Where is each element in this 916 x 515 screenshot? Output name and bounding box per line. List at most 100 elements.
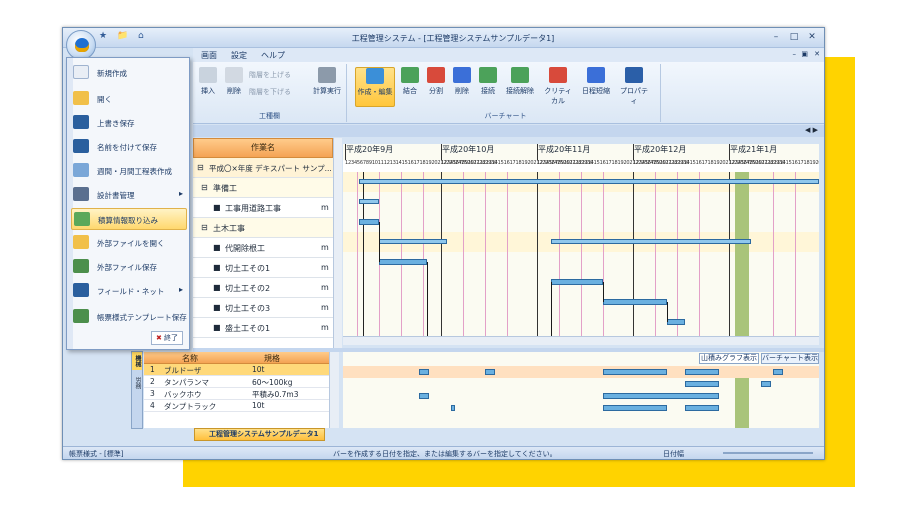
menu-help[interactable]: ヘルプ xyxy=(261,50,285,61)
menu-settings[interactable]: 設定 xyxy=(231,50,247,61)
resource-bar[interactable] xyxy=(761,381,771,387)
menu-item-save-as[interactable]: 名前を付けて保存 xyxy=(71,136,187,158)
connect-button[interactable]: 接続 xyxy=(477,67,499,107)
resource-scrollbar[interactable] xyxy=(329,352,339,428)
menu-item-import-estimate[interactable]: 積算情報取り込み xyxy=(71,208,187,230)
tab-machine[interactable]: 機械 xyxy=(132,352,142,370)
gantt-bar[interactable] xyxy=(379,259,427,265)
gantt-bar[interactable] xyxy=(667,319,685,325)
table-row[interactable]: ■ 切土工その1 m xyxy=(193,258,333,278)
create-bar-icon xyxy=(366,68,384,84)
critical-button[interactable]: クリティカル xyxy=(541,67,575,107)
schedule-shorten-button[interactable]: 日程短縮 xyxy=(579,67,613,107)
table-row[interactable]: ■ 切土工その2 m xyxy=(193,278,333,298)
resource-bar[interactable] xyxy=(485,369,495,375)
ribbon-minimize-icon[interactable]: – xyxy=(793,50,797,58)
gantt-bar[interactable] xyxy=(551,239,751,244)
resource-bar[interactable] xyxy=(685,369,719,375)
collapse-icon[interactable]: ⊟ xyxy=(197,163,204,172)
delete-row-button[interactable]: 削除 xyxy=(223,67,245,107)
resource-bar[interactable] xyxy=(419,393,429,399)
gantt-bar[interactable] xyxy=(359,199,379,204)
home-icon[interactable]: ⌂ xyxy=(138,31,144,41)
gantt-bar[interactable] xyxy=(359,179,819,184)
critical-icon xyxy=(549,67,567,83)
raise-level-button[interactable]: 階層を上げる xyxy=(249,70,291,80)
folder-icon[interactable]: 📁 xyxy=(117,31,128,41)
menu-item-save-external[interactable]: 外部ファイル保存 xyxy=(71,256,187,278)
open-folder-icon xyxy=(73,91,89,105)
grid-line xyxy=(357,172,358,336)
table-row[interactable]: ⊟ 平成〇×年度 デキスパート サンプ... xyxy=(193,158,333,178)
delete-bar-button[interactable]: 削除 xyxy=(451,67,473,107)
tab-labor[interactable]: 労務 xyxy=(132,374,142,392)
save-as-icon xyxy=(73,139,89,153)
collapse-icon[interactable]: ⊟ xyxy=(201,223,208,232)
window-title: 工程管理システム - [工程管理システムサンプルデータ1] xyxy=(351,34,555,43)
calculate-button[interactable]: 計算実行 xyxy=(309,67,345,107)
disconnect-button[interactable]: 接続解除 xyxy=(503,67,537,107)
zoom-slider[interactable] xyxy=(723,452,813,454)
resource-bar[interactable] xyxy=(685,405,719,411)
scroll-arrows-icon[interactable]: ◀ ▶ xyxy=(805,126,818,134)
gantt-horizontal-scrollbar[interactable] xyxy=(343,336,819,345)
task-vertical-scrollbar[interactable] xyxy=(333,138,342,348)
menu-item-field-net[interactable]: フィールド・ネット ▸ xyxy=(71,280,187,302)
menu-item-template-save[interactable]: 帳票様式テンプレート保存 xyxy=(71,306,187,328)
barchart-view-button[interactable]: バーチャート表示 xyxy=(761,353,819,364)
merge-button[interactable]: 結合 xyxy=(399,67,421,107)
bullet-icon: ■ xyxy=(213,283,221,292)
create-edit-button[interactable]: 作成・編集 xyxy=(355,67,395,107)
table-row[interactable]: ⊟ 土木工事 xyxy=(193,218,333,238)
resource-bar[interactable] xyxy=(419,369,429,375)
table-row[interactable]: ■ 代開除根工 m xyxy=(193,238,333,258)
minimize-button[interactable]: – xyxy=(768,31,784,44)
table-row[interactable]: 2 タンパランマ 60～100kg xyxy=(144,376,329,388)
gantt-bar[interactable] xyxy=(359,219,379,225)
mountain-graph-button[interactable]: 山積みグラフ表示 xyxy=(699,353,759,364)
insert-button[interactable]: 挿入 xyxy=(195,67,221,107)
resource-bar[interactable] xyxy=(603,393,719,399)
grid-line xyxy=(423,172,424,336)
table-row[interactable]: 4 ダンプトラック 10t xyxy=(144,400,329,412)
day-number-row: 1234567891011121314151617181920212223242… xyxy=(343,160,819,172)
menu-view[interactable]: 画面 xyxy=(201,50,217,61)
exit-button[interactable]: ✖ 終了 xyxy=(151,331,183,345)
application-orb-button[interactable] xyxy=(66,30,96,60)
table-row[interactable]: ■ 盛土工その1 m xyxy=(193,318,333,338)
menu-item-open[interactable]: 開く xyxy=(71,88,187,110)
table-row[interactable]: ■ 工事用道路工事 m xyxy=(193,198,333,218)
menu-item-open-external[interactable]: 外部ファイルを開く xyxy=(71,232,187,254)
table-row[interactable]: ⊟ 準備工 xyxy=(193,178,333,198)
menu-item-save[interactable]: 上書き保存 xyxy=(71,112,187,134)
collapse-icon[interactable]: ⊟ xyxy=(201,183,208,192)
grid-line xyxy=(401,172,402,336)
resource-bar[interactable] xyxy=(603,405,667,411)
resource-bar[interactable] xyxy=(603,369,667,375)
new-icon[interactable]: ★ xyxy=(99,31,107,41)
menu-item-weekly-monthly[interactable]: 週間・月間工程表作成 xyxy=(71,160,187,182)
resource-bar[interactable] xyxy=(773,369,783,375)
split-button[interactable]: 分割 xyxy=(425,67,447,107)
menu-item-new[interactable]: 新規作成 xyxy=(71,62,187,84)
dependency-line xyxy=(427,262,428,336)
gantt-bar[interactable] xyxy=(551,279,603,285)
insert-icon xyxy=(199,67,217,83)
ribbon-group-task-column: 挿入 削除 階層を上げる 階層を下げる 計算実行 工種欄 xyxy=(193,64,347,122)
lower-level-button[interactable]: 階層を下げる xyxy=(249,87,291,97)
close-button[interactable]: ✕ xyxy=(804,31,820,44)
resource-bar[interactable] xyxy=(451,405,455,411)
document-close-icon[interactable]: ✕ xyxy=(814,50,820,58)
document-tab[interactable]: 工程管理システムサンプルデータ1 xyxy=(194,428,326,441)
ribbon-restore-icon[interactable]: ▣ xyxy=(801,50,808,58)
gantt-bar[interactable] xyxy=(603,299,667,305)
resource-bar[interactable] xyxy=(685,381,719,387)
gantt-bar[interactable] xyxy=(379,239,447,244)
table-row[interactable]: 3 バックホウ 平積み0.7m3 xyxy=(144,388,329,400)
menu-item-design-docs[interactable]: 設計書管理 ▸ xyxy=(71,184,187,206)
properties-button[interactable]: プロパティ xyxy=(617,67,651,107)
grid-line xyxy=(581,172,582,336)
maximize-button[interactable]: □ xyxy=(786,31,802,44)
table-row[interactable]: 1 ブルドーザ 10t xyxy=(144,364,329,376)
table-row[interactable]: ■ 切土工その3 m xyxy=(193,298,333,318)
